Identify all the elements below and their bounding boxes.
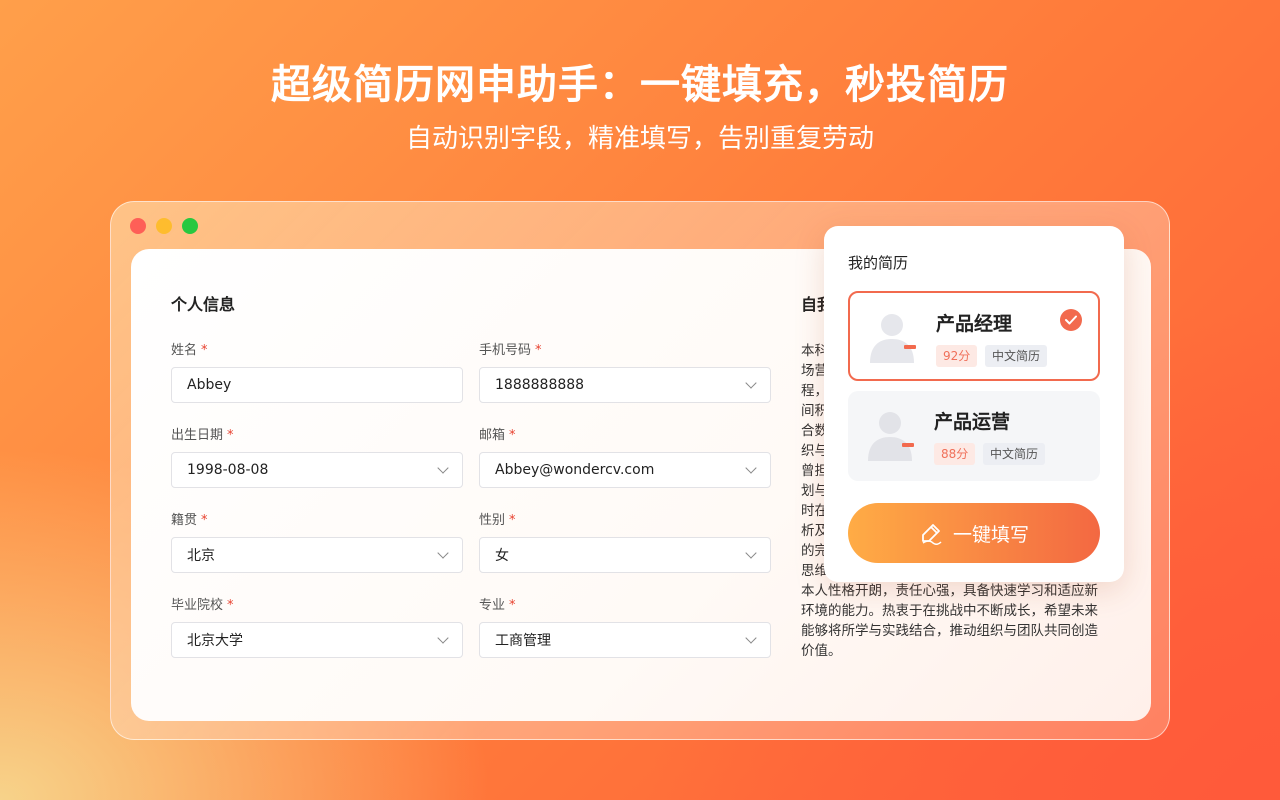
required-mark: * <box>509 598 516 613</box>
pen-icon <box>922 524 942 545</box>
field-label: 出生日期 <box>171 428 224 443</box>
field-label: 手机号码 <box>479 343 532 358</box>
field-label: 籍贯 <box>171 513 198 528</box>
chevron-down-icon <box>437 462 449 474</box>
field-phone: 手机号码 * 1888888888 <box>479 342 771 403</box>
major-select[interactable]: 工商管理 <box>479 622 771 658</box>
chevron-down-icon <box>745 632 757 644</box>
window-minimize-button[interactable] <box>156 218 172 234</box>
birthdate-select[interactable]: 1998-08-08 <box>171 452 463 488</box>
resume-name: 产品运营 <box>934 411 1011 433</box>
hero-subtitle: 自动识别字段，精准填写，告别重复劳动 <box>405 124 874 154</box>
gender-select[interactable]: 女 <box>479 537 771 573</box>
field-value: 北京 <box>187 548 215 564</box>
field-major: 专业 * 工商管理 <box>479 597 771 658</box>
resume-language-badge: 中文简历 <box>985 345 1048 367</box>
window-close-button[interactable] <box>130 218 146 234</box>
field-school: 毕业院校 * 北京大学 <box>171 597 463 658</box>
field-email: 邮箱 * Abbey@wondercv.com <box>479 427 771 488</box>
resume-picker-popup: 我的简历 产品经理 92分 中文简历 产品运营 88分 中文简历 一键填写 <box>824 226 1124 582</box>
popup-title: 我的简历 <box>848 254 909 272</box>
required-mark: * <box>509 428 516 443</box>
chevron-down-icon <box>437 632 449 644</box>
avatar-icon <box>868 412 914 461</box>
required-mark: * <box>535 343 542 358</box>
window-maximize-button[interactable] <box>182 218 198 234</box>
intro-line: 环境的能力。热衷于在挑战中不断成长，希望未来 <box>801 603 1098 619</box>
field-value: 1998-08-08 <box>187 462 269 478</box>
resume-score-badge: 88分 <box>934 443 976 465</box>
field-value: Abbey@wondercv.com <box>495 462 655 478</box>
field-value: Abbey <box>187 377 232 393</box>
field-value: 1888888888 <box>495 377 585 393</box>
resume-score-badge: 92分 <box>936 345 978 367</box>
field-gender: 性别 * 女 <box>479 512 771 573</box>
hometown-select[interactable]: 北京 <box>171 537 463 573</box>
chevron-down-icon <box>437 547 449 559</box>
field-label: 性别 <box>479 513 506 528</box>
field-value: 北京大学 <box>187 633 243 649</box>
avatar-icon <box>870 314 916 363</box>
resume-name: 产品经理 <box>936 313 1013 335</box>
chevron-down-icon <box>745 547 757 559</box>
fill-button-label: 一键填写 <box>952 523 1029 546</box>
field-value: 女 <box>495 548 509 564</box>
intro-line: 价值。 <box>801 643 842 659</box>
resume-language-badge: 中文简历 <box>983 443 1046 465</box>
intro-line: 能够将所学与实践结合，推动组织与团队共同创造 <box>801 623 1098 639</box>
resume-card-selected[interactable]: 产品经理 92分 中文简历 <box>848 291 1100 381</box>
field-name: 姓名 * Abbey <box>171 342 463 403</box>
one-click-fill-button[interactable]: 一键填写 <box>848 503 1100 563</box>
required-mark: * <box>509 513 516 528</box>
field-value: 工商管理 <box>495 633 551 649</box>
hero-title: 超级简历网申助手：一键填充，秒投简历 <box>271 62 1009 108</box>
school-select[interactable]: 北京大学 <box>171 622 463 658</box>
phone-select[interactable]: 1888888888 <box>479 367 771 403</box>
resume-card[interactable]: 产品运营 88分 中文简历 <box>848 391 1100 481</box>
field-label: 姓名 <box>171 343 198 358</box>
field-label: 邮箱 <box>479 428 506 443</box>
required-mark: * <box>227 598 234 613</box>
check-icon <box>1060 309 1082 331</box>
required-mark: * <box>201 343 208 358</box>
chevron-down-icon <box>745 462 757 474</box>
section-title-personal-info: 个人信息 <box>171 295 236 314</box>
field-hometown: 籍贯 * 北京 <box>171 512 463 573</box>
intro-line: 本人性格开朗，责任心强，具备快速学习和适应新 <box>801 583 1098 599</box>
chevron-down-icon <box>745 377 757 389</box>
field-birthdate: 出生日期 * 1998-08-08 <box>171 427 463 488</box>
email-select[interactable]: Abbey@wondercv.com <box>479 452 771 488</box>
required-mark: * <box>227 428 234 443</box>
name-input[interactable]: Abbey <box>171 367 463 403</box>
field-label: 毕业院校 <box>171 598 224 613</box>
required-mark: * <box>201 513 208 528</box>
field-label: 专业 <box>479 598 506 613</box>
